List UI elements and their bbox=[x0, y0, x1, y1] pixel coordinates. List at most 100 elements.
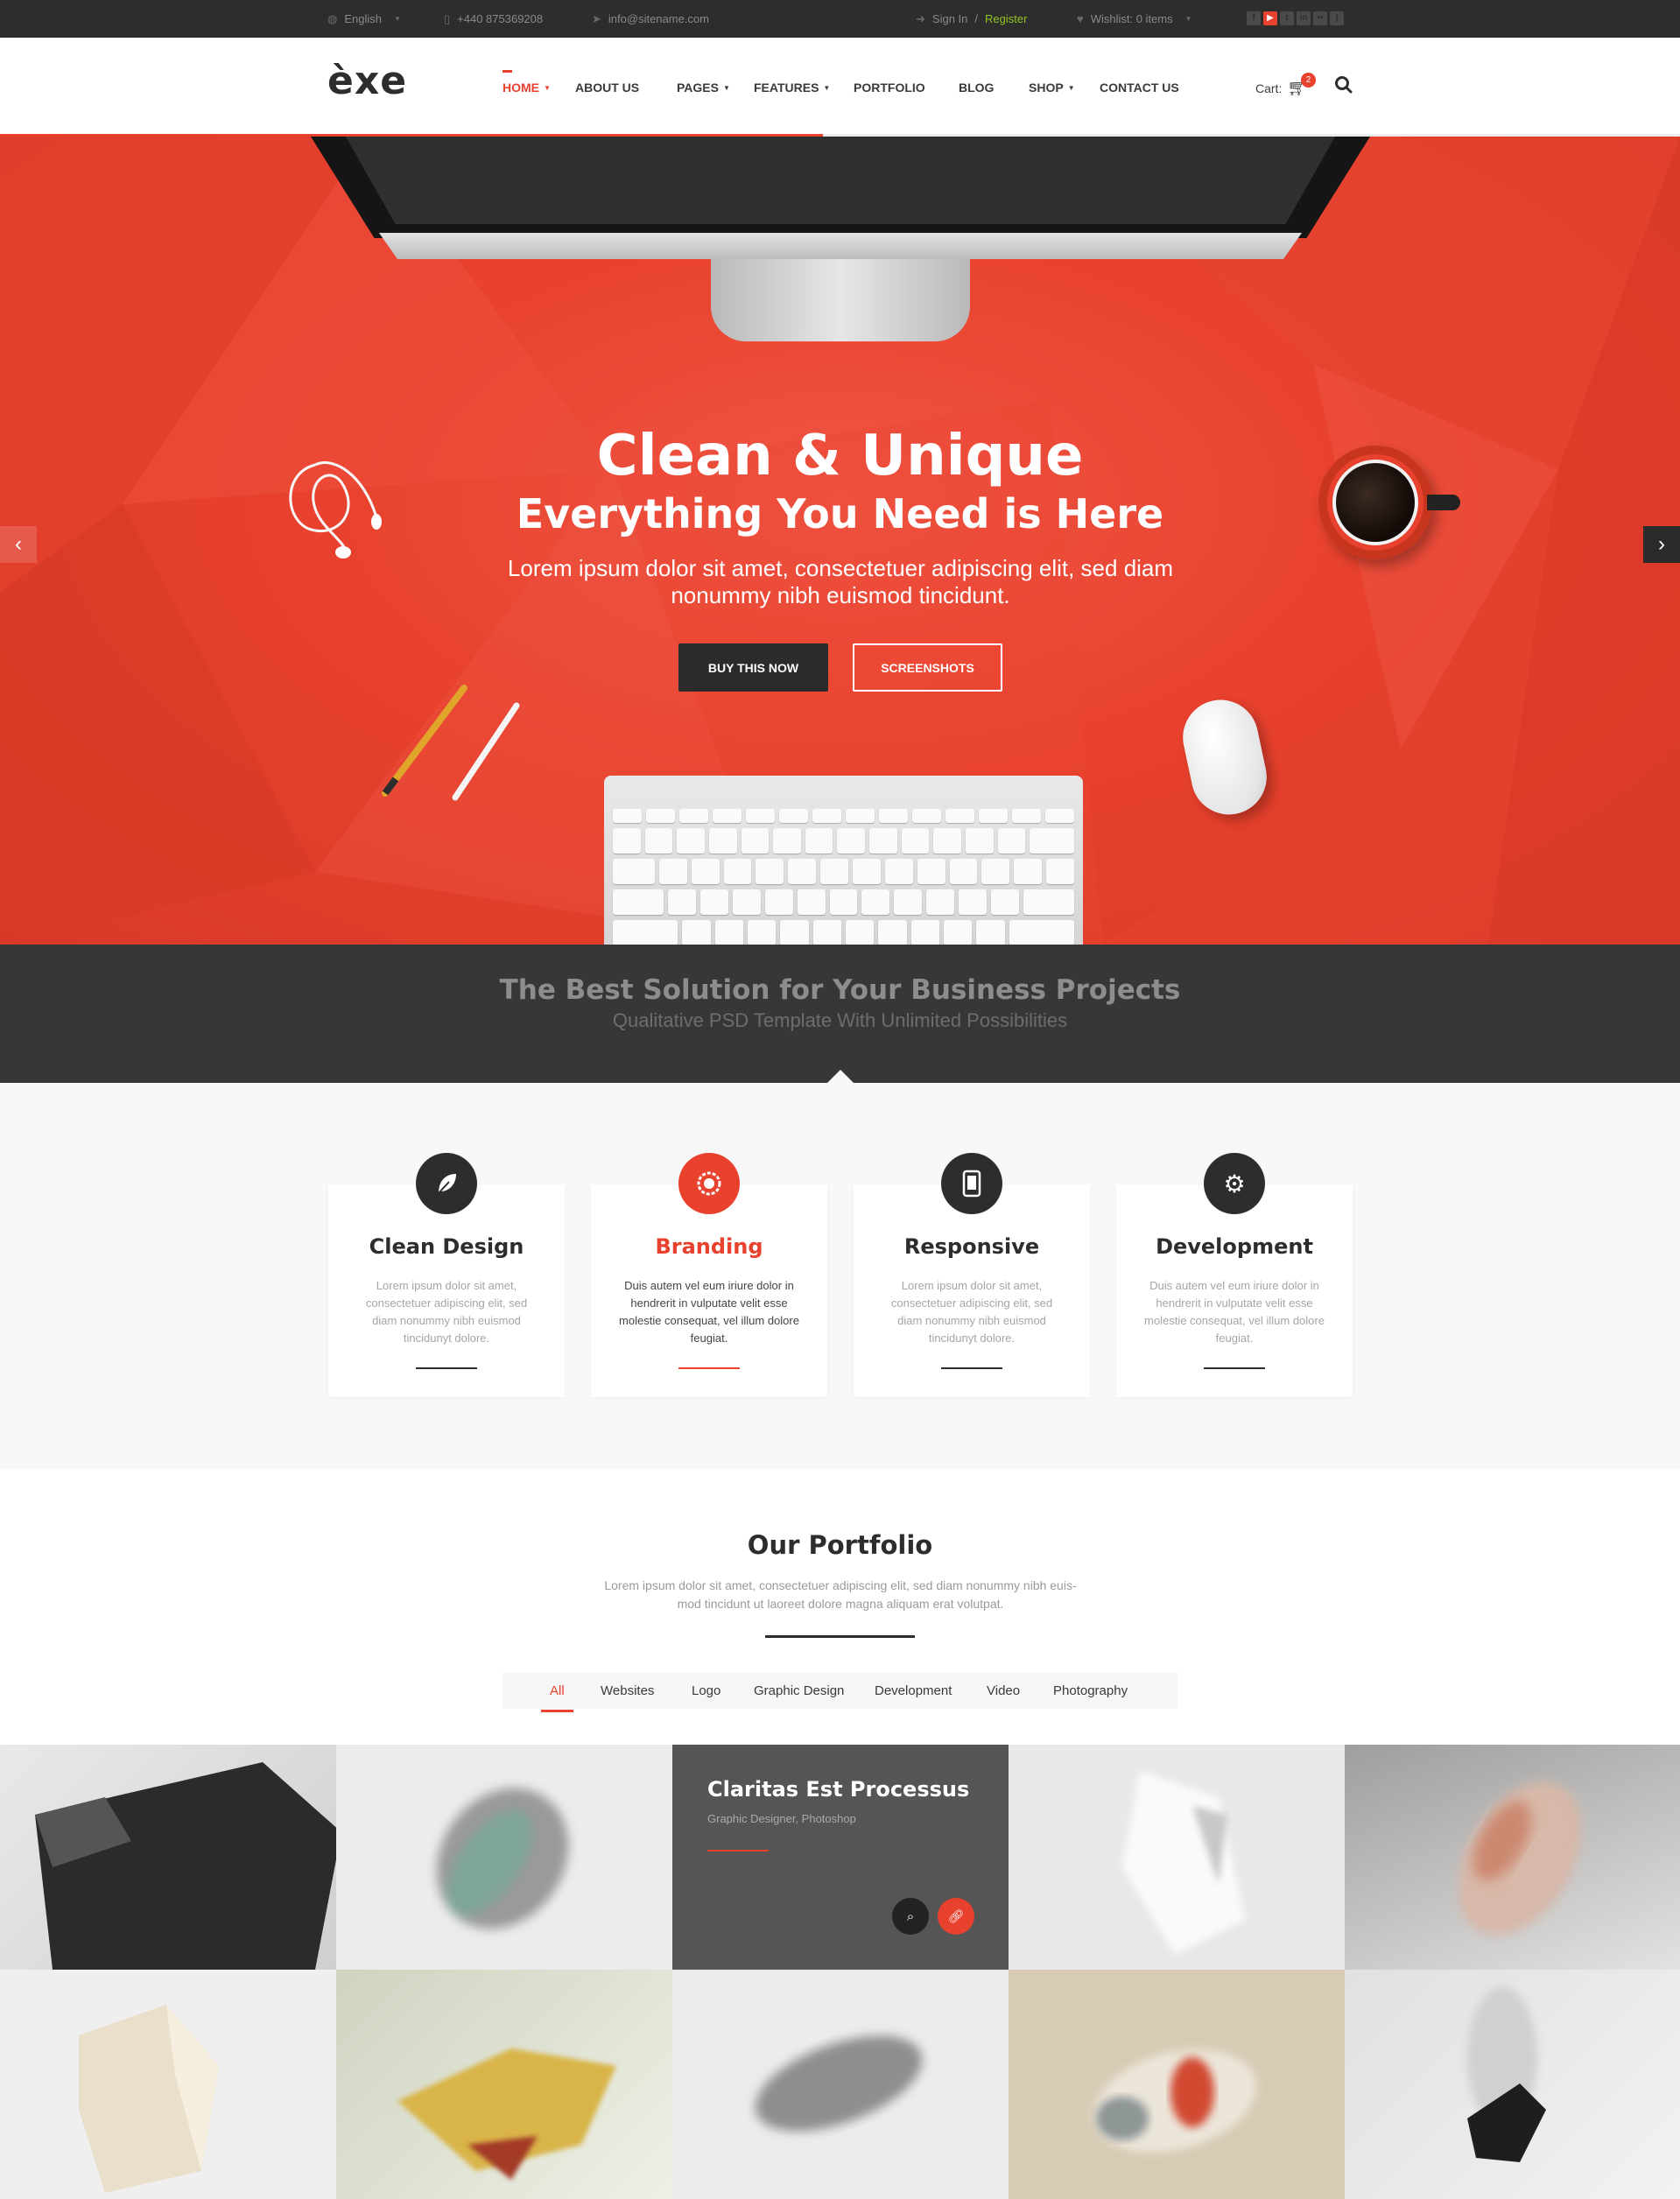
nav-blog[interactable]: BLOG bbox=[959, 81, 994, 95]
nav-home-label: HOME bbox=[503, 81, 539, 95]
filter-label: Websites bbox=[601, 1683, 655, 1698]
hero-title: Clean & Unique bbox=[596, 424, 1084, 488]
hero-description: Lorem ipsum dolor sit amet, consectetuer… bbox=[507, 555, 1174, 608]
screenshots-button[interactable]: SCREENSHOTS bbox=[853, 643, 1002, 692]
black-paper-artwork bbox=[1467, 1987, 1546, 2162]
leaf-icon bbox=[416, 1153, 477, 1214]
wishlist-dropdown[interactable]: ♥ Wishlist: 0 items ▼ bbox=[1077, 0, 1192, 38]
feature-card-branding: Branding Duis autem vel eum iriure dolor… bbox=[591, 1153, 827, 1397]
portfolio-item[interactable] bbox=[336, 1745, 672, 1970]
email-info[interactable]: ➤ info@sitename.com bbox=[592, 0, 709, 38]
phone-info: ▯ +440 875369208 bbox=[444, 0, 543, 38]
filter-video[interactable]: Video bbox=[987, 1673, 1020, 1709]
red-stripe-artwork bbox=[1093, 2049, 1256, 2153]
feature-divider bbox=[941, 1367, 1002, 1369]
nav-about-us[interactable]: ABOUT US bbox=[575, 81, 639, 95]
chevron-down-icon: ▼ bbox=[1184, 15, 1192, 23]
gear-icon: ⚙ bbox=[1204, 1153, 1265, 1214]
portfolio-item[interactable] bbox=[1009, 1970, 1345, 2199]
nav-portfolio-label: PORTFOLIO bbox=[854, 81, 925, 95]
search-icon[interactable] bbox=[1334, 75, 1353, 96]
buy-this-now-button[interactable]: BUY THIS NOW bbox=[678, 643, 828, 692]
feature-divider bbox=[416, 1367, 477, 1369]
slider-next-button[interactable]: › bbox=[1643, 526, 1680, 563]
heart-icon: ♥ bbox=[1077, 12, 1084, 25]
filter-label: All bbox=[550, 1683, 565, 1698]
filter-graphic-design[interactable]: Graphic Design bbox=[754, 1673, 844, 1709]
nav-contact-us[interactable]: CONTACT US bbox=[1100, 81, 1179, 95]
language-label: English bbox=[344, 12, 382, 25]
portfolio-item-title: Claritas Est Processus bbox=[707, 1777, 970, 1802]
gold-paper-artwork bbox=[397, 2048, 616, 2180]
filter-websites[interactable]: Websites bbox=[601, 1673, 654, 1709]
banner-pointer bbox=[827, 1070, 854, 1083]
account-links: ➜ Sign In / Register bbox=[916, 0, 1027, 38]
chevron-down-icon: ▼ bbox=[823, 83, 831, 92]
filter-photography[interactable]: Photography bbox=[1053, 1673, 1128, 1709]
portfolio-item[interactable] bbox=[672, 1970, 1009, 2199]
portfolio-item[interactable] bbox=[1345, 1745, 1680, 1970]
feature-title: Development bbox=[1156, 1234, 1313, 1259]
cart-button[interactable]: Cart: 🛒︎ bbox=[1255, 79, 1307, 97]
portfolio-item-category: Graphic Designer, Photoshop bbox=[707, 1812, 856, 1825]
paper-plane-icon: ➤ bbox=[592, 11, 601, 25]
nav-shop[interactable]: SHOP ▼ bbox=[1029, 81, 1075, 95]
phone-number: +440 875369208 bbox=[457, 12, 544, 25]
banner-title: The Best Solution for Your Business Proj… bbox=[499, 974, 1181, 1006]
linkedin-icon[interactable]: in bbox=[1297, 11, 1311, 25]
twitter-icon[interactable]: t bbox=[1280, 11, 1294, 25]
keyboard-image bbox=[604, 776, 1083, 945]
site-header: èxe HOME ▼ ABOUT US PAGES ▼ FEATURES ▼ P… bbox=[0, 38, 1680, 137]
chevron-down-icon: ▼ bbox=[722, 83, 730, 92]
filter-development[interactable]: Development bbox=[875, 1673, 952, 1709]
nav-features[interactable]: FEATURES ▼ bbox=[754, 81, 830, 95]
portfolio-item-divider bbox=[707, 1850, 769, 1851]
feature-title: Clean Design bbox=[369, 1234, 524, 1259]
portfolio-item[interactable] bbox=[0, 1745, 336, 1970]
flickr-icon[interactable]: •• bbox=[1313, 11, 1327, 25]
nav-pages[interactable]: PAGES ▼ bbox=[677, 81, 730, 95]
social-links: f ▶ t in •• ) bbox=[1247, 11, 1344, 25]
sign-in-link[interactable]: Sign In bbox=[932, 12, 967, 25]
link-button[interactable]: 🔗︎ bbox=[938, 1898, 974, 1935]
filter-all[interactable]: All bbox=[541, 1673, 573, 1712]
sign-in-icon: ➜ bbox=[916, 11, 925, 25]
hero-subtitle: Everything You Need is Here bbox=[516, 490, 1164, 537]
cream-cube-artwork bbox=[79, 2005, 219, 2193]
rss-icon[interactable]: ) bbox=[1330, 11, 1344, 25]
site-logo[interactable]: èxe bbox=[327, 59, 407, 103]
globe-icon: ◍ bbox=[327, 11, 338, 25]
monitor-stand-image bbox=[711, 259, 970, 341]
portfolio-item[interactable] bbox=[336, 1970, 672, 2199]
facebook-icon[interactable]: f bbox=[1247, 11, 1261, 25]
filter-label: Photography bbox=[1053, 1683, 1128, 1698]
portfolio-item[interactable] bbox=[1345, 1970, 1680, 2199]
phone-icon: ▯ bbox=[444, 11, 451, 25]
gray-brush-artwork bbox=[755, 2035, 923, 2132]
register-link[interactable]: Register bbox=[985, 12, 1027, 25]
portfolio-item[interactable] bbox=[1009, 1745, 1345, 1970]
pen-and-pencil-image bbox=[382, 685, 520, 801]
slider-prev-button[interactable]: ‹ bbox=[0, 526, 37, 563]
filter-logo[interactable]: Logo bbox=[692, 1673, 721, 1709]
youtube-icon[interactable]: ▶ bbox=[1263, 11, 1277, 25]
nav-portfolio[interactable]: PORTFOLIO bbox=[854, 81, 925, 95]
top-bar: ◍ English ▼ ▯ +440 875369208 ➤ info@site… bbox=[0, 0, 1680, 38]
chevron-right-icon: › bbox=[1658, 532, 1665, 556]
nav-home[interactable]: HOME ▼ bbox=[503, 70, 551, 95]
active-indicator bbox=[503, 70, 512, 73]
feature-card-development: ⚙ Development Duis autem vel eum iriure … bbox=[1116, 1153, 1353, 1397]
features-section: Clean Design Lorem ipsum dolor sit amet,… bbox=[0, 1083, 1680, 1469]
portfolio-item[interactable] bbox=[0, 1970, 336, 2199]
active-filter-underline bbox=[541, 1710, 573, 1712]
portfolio-item-hovered[interactable]: Claritas Est Processus Graphic Designer,… bbox=[672, 1745, 1009, 1970]
cart-count-badge: 2 bbox=[1301, 73, 1316, 88]
language-selector[interactable]: ◍ English ▼ bbox=[327, 0, 401, 38]
dark-paper-artwork bbox=[35, 1762, 336, 1970]
hero-slider: Clean & Unique Everything You Need is He… bbox=[0, 137, 1680, 945]
email-address[interactable]: info@sitename.com bbox=[608, 12, 709, 25]
search-icon: ⌕ bbox=[906, 1908, 915, 1924]
link-icon: 🔗︎ bbox=[947, 1909, 965, 1924]
zoom-button[interactable]: ⌕ bbox=[892, 1898, 929, 1935]
feature-text: Lorem ipsum dolor sit amet, consectetuer… bbox=[365, 1279, 528, 1345]
